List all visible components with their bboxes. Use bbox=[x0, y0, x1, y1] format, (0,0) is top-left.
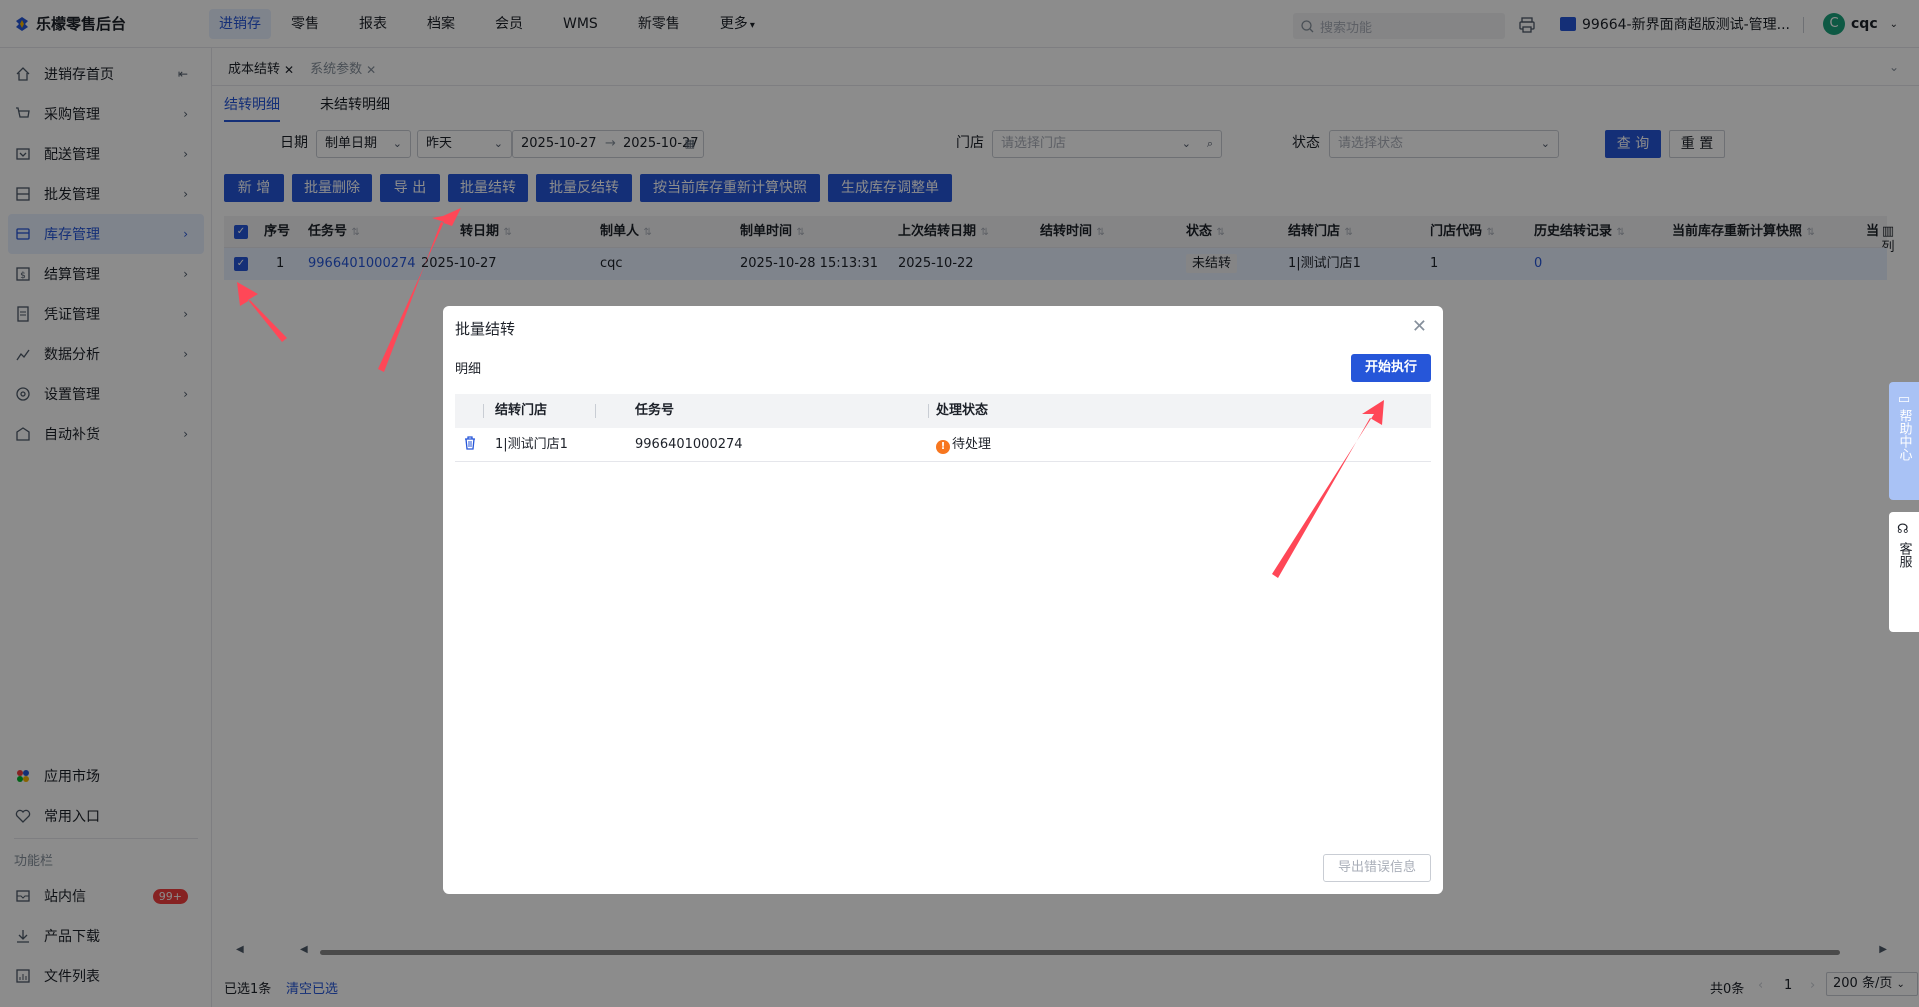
modal-table-row: 1|测试门店1 9966401000274 ! 待处理 bbox=[455, 428, 1431, 462]
column-divider bbox=[483, 404, 484, 418]
modal-col-task: 任务号 bbox=[635, 403, 675, 418]
start-execute-button[interactable]: 开始执行 bbox=[1351, 354, 1431, 382]
status-text: 待处理 bbox=[952, 437, 992, 452]
modal-col-status: 处理状态 bbox=[936, 403, 989, 418]
help-icon: ▭ bbox=[1897, 392, 1911, 407]
batch-transfer-modal: 批量结转 ✕ 明细 开始执行 结转门店 任务号 处理状态 1|测试门店1 996… bbox=[443, 306, 1443, 894]
modal-col-store: 结转门店 bbox=[495, 403, 548, 418]
close-icon[interactable]: ✕ bbox=[1412, 316, 1427, 337]
warning-icon: ! bbox=[936, 440, 950, 454]
export-errors-button: 导出错误信息 bbox=[1323, 854, 1431, 882]
modal-cell-task: 9966401000274 bbox=[635, 437, 743, 452]
customer-service-button[interactable]: ☊ 客服 bbox=[1889, 512, 1919, 632]
modal-title: 批量结转 bbox=[455, 320, 516, 338]
modal-cell-store: 1|测试门店1 bbox=[495, 437, 568, 452]
trash-icon[interactable] bbox=[463, 428, 477, 462]
help-label: 帮助中心 bbox=[1896, 409, 1912, 461]
column-divider bbox=[928, 404, 929, 418]
column-divider bbox=[595, 404, 596, 418]
headset-icon: ☊ bbox=[1897, 522, 1909, 537]
modal-cell-status: ! 待处理 bbox=[936, 428, 991, 462]
modal-table-header: 结转门店 任务号 处理状态 bbox=[455, 394, 1431, 428]
help-center-button[interactable]: ▭ 帮助中心 bbox=[1889, 382, 1919, 500]
service-label: 客服 bbox=[1896, 542, 1912, 568]
modal-subtitle: 明细 bbox=[455, 362, 482, 377]
